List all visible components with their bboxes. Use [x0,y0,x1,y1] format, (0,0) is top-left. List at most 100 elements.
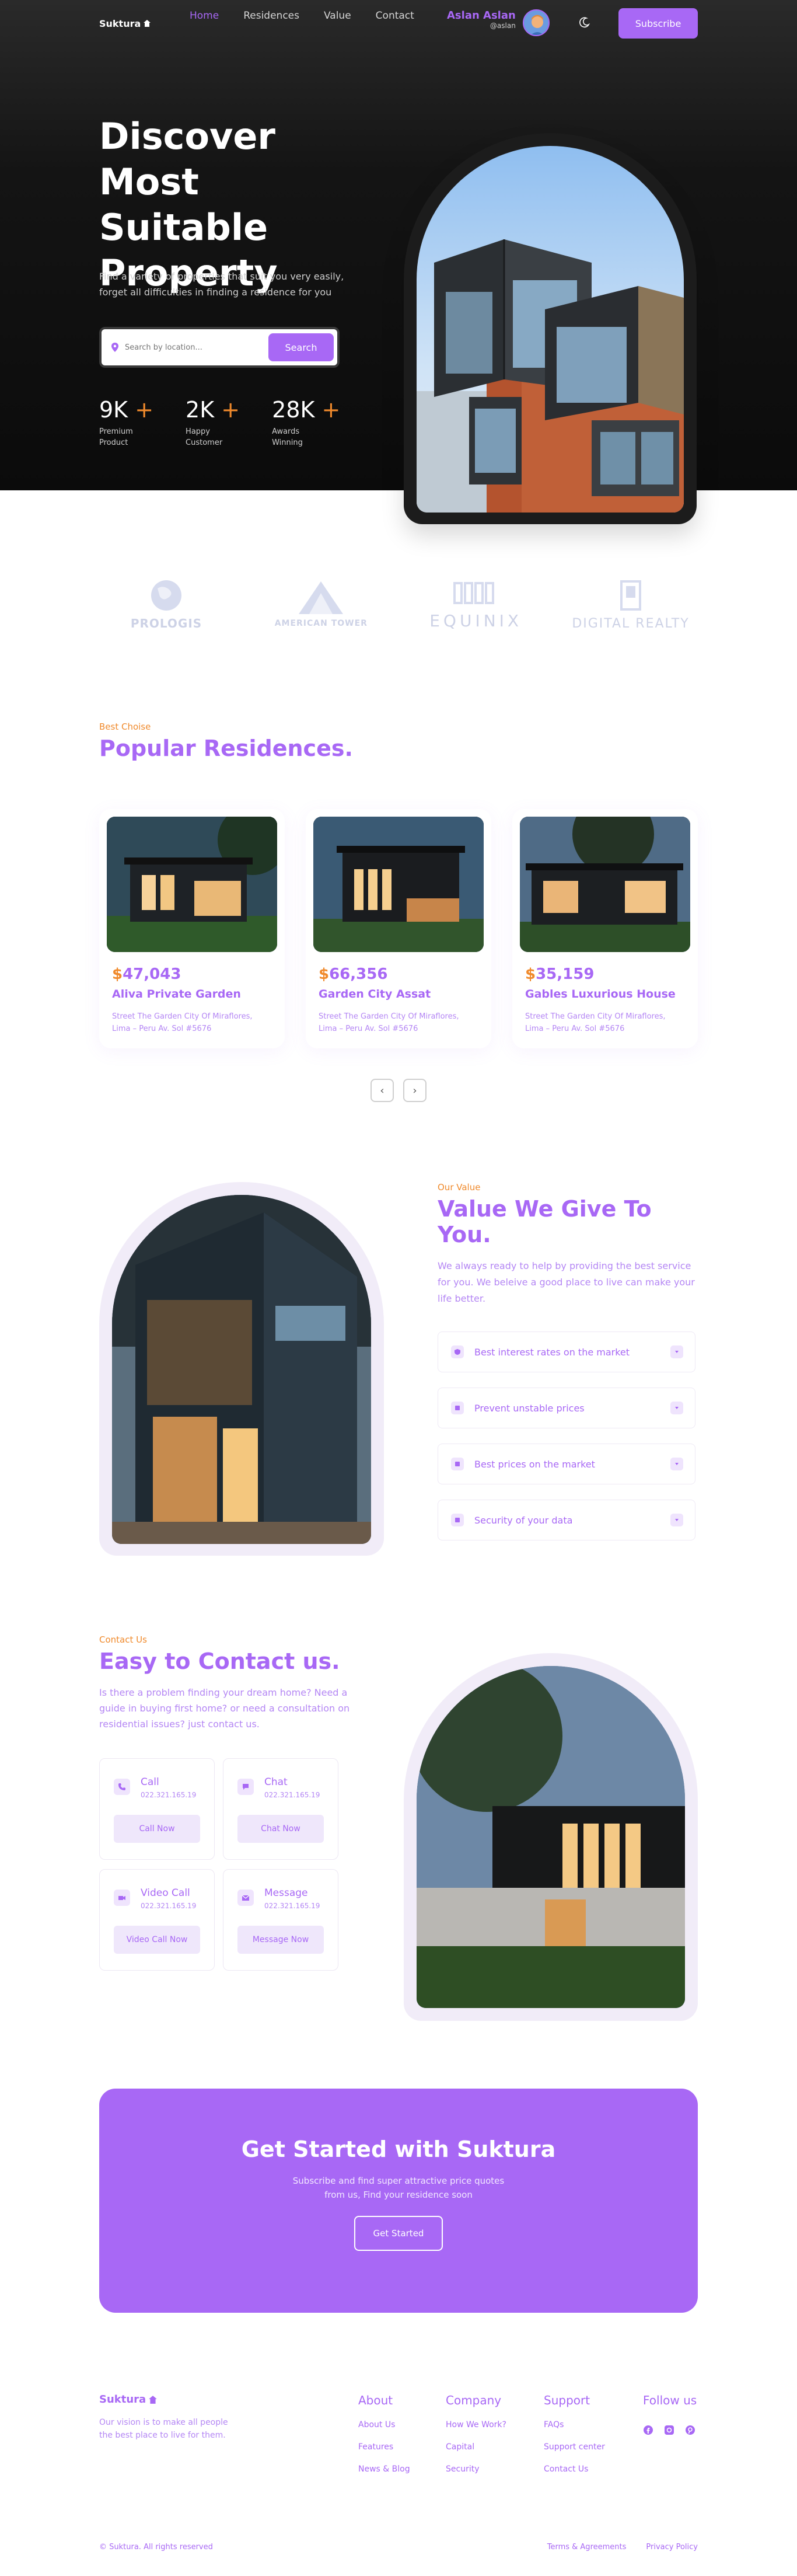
contact-title: Easy to Contact us. [99,1648,340,1674]
prev-button[interactable]: ‹ [370,1079,394,1102]
house-icon [144,20,151,27]
footer-link[interactable]: News & Blog [358,2465,410,2474]
lock-icon [451,1514,464,1526]
pinterest-icon[interactable] [685,2425,695,2435]
footer-link[interactable]: Contact Us [544,2465,605,2474]
avatar[interactable] [523,9,550,36]
copyright: © Suktura. All rights reserved [99,2543,213,2551]
price-tag-icon [451,1402,464,1414]
brand-name: EQUINIX [429,611,523,630]
contact-card-title: Chat [264,1776,288,1788]
nav-link-home[interactable]: Home [190,10,219,22]
value-eyebrow: Our Value [438,1182,481,1193]
accordion-item[interactable]: Prevent unstable prices [438,1388,695,1428]
footer-link[interactable]: FAQs [544,2420,605,2429]
facebook-icon[interactable] [643,2425,653,2435]
house-photo [313,817,484,952]
accordion-item[interactable]: Best prices on the market [438,1444,695,1484]
phone-icon [114,1779,130,1795]
accordion-item[interactable]: Best interest rates on the market [438,1331,695,1372]
footer-column-title: Support [544,2393,590,2407]
footer-link[interactable]: Support center [544,2442,605,2452]
chevron-down-icon[interactable] [670,1458,683,1470]
contact-card-call: Call 022.321.165.19 Call Now [99,1758,215,1860]
popular-section: Best Choise Popular Residences. $47,043 … [99,721,698,1102]
stat-plus: + [135,397,154,423]
footer-follow: Follow us [643,2393,697,2435]
brand-equinix: EQUINIX [409,572,543,636]
footer-link[interactable]: Capital [446,2442,506,2452]
chevron-down-icon[interactable] [670,1514,683,1526]
contact-card-phone: 022.321.165.19 [141,1902,197,1910]
footer: Suktura Our vision is to make all people… [99,2393,698,2568]
contact-card-title: Video Call [141,1887,190,1899]
user-info[interactable]: Aslan Aslan @aslan [447,10,516,30]
page: Suktura Home Residences Value Contact As… [0,0,797,2576]
stat-label: Happy Customer [186,427,223,447]
next-button[interactable]: › [403,1079,427,1102]
nav-link-residences[interactable]: Residences [243,10,299,22]
residence-card[interactable]: $47,043 Aliva Private Garden Street The … [99,809,285,1048]
privacy-link[interactable]: Privacy Policy [646,2543,698,2551]
logo[interactable]: Suktura [99,18,151,29]
carousel-pager: ‹ › [370,1079,427,1102]
accordion-label: Prevent unstable prices [474,1402,585,1414]
footer-link[interactable]: How We Work? [446,2420,506,2429]
video-call-now-button[interactable]: Video Call Now [114,1926,200,1954]
chat-now-button[interactable]: Chat Now [237,1815,324,1843]
value-title: Value We Give To You. [438,1196,652,1247]
subscribe-button[interactable]: Subscribe [618,8,698,39]
stat-value: 28K + [272,397,340,423]
brand-prologis: PROLOGIS [99,572,233,636]
house-icon [149,2395,158,2404]
nav-link-value[interactable]: Value [324,10,351,22]
currency-symbol: $ [525,965,536,983]
residence-card[interactable]: $66,356 Garden City Assat Street The Gar… [306,809,491,1048]
stat-plus: + [221,397,240,423]
contact-content: Contact Us Easy to Contact us. Is there … [99,1634,356,1732]
contact-description: Is there a problem finding your dream ho… [99,1687,350,1730]
contact-card-message: Message 022.321.165.19 Message Now [223,1869,338,1971]
building-illustration [112,1195,371,1544]
residence-image [107,817,277,952]
price-value: 66,356 [329,965,388,983]
nav-link-contact[interactable]: Contact [376,10,414,22]
accordion-item[interactable]: Security of your data [438,1500,695,1540]
hero-building-image [417,146,684,513]
instagram-icon[interactable] [664,2425,674,2435]
building-illustration [417,239,684,513]
terms-link[interactable]: Terms & Agreements [547,2543,627,2551]
footer-link[interactable]: Features [358,2442,410,2452]
brand-digital-realty: DIGITAL REALTY [564,572,698,636]
hero-image-frame [404,133,697,524]
user-name: Aslan Aslan [447,9,516,22]
footer-column-about: About About Us Features News & Blog [358,2393,410,2474]
call-now-button[interactable]: Call Now [114,1815,200,1843]
contact-card-title: Message [264,1887,308,1899]
accordion-label: Best interest rates on the market [474,1346,630,1358]
stat-plus: + [321,397,341,423]
contact-section: Contact Us Easy to Contact us. Is there … [99,1634,698,2021]
residence-name: Garden City Assat [319,988,431,1001]
get-started-button[interactable]: Get Started [354,2216,443,2251]
stat-value: 9K + [99,397,153,423]
nav-links: Home Residences Value Contact [190,10,414,22]
search-button[interactable]: Search [268,333,334,361]
footer-link[interactable]: About Us [358,2420,410,2429]
contact-options: Call 022.321.165.19 Call Now Chat 022.32… [99,1758,338,1971]
moon-icon[interactable] [579,16,590,28]
residence-card[interactable]: $35,159 Gables Luxurious House Street Th… [512,809,698,1048]
chevron-down-icon[interactable] [670,1402,683,1414]
get-started-banner: Get Started with Suktura Subscribe and f… [99,2089,698,2313]
footer-link[interactable]: Security [446,2465,506,2474]
message-now-button[interactable]: Message Now [237,1926,324,1954]
follow-title: Follow us [643,2393,697,2407]
accordion-label: Best prices on the market [474,1458,595,1470]
search-input[interactable] [125,343,259,352]
chevron-down-icon[interactable] [670,1345,683,1358]
price-value: 35,159 [536,965,595,983]
currency-symbol: $ [112,965,123,983]
shield-icon [451,1345,464,1358]
residence-address: Street The Garden City Of Miraflores, Li… [319,1012,459,1033]
footer-logo-text: Suktura [99,2393,146,2406]
